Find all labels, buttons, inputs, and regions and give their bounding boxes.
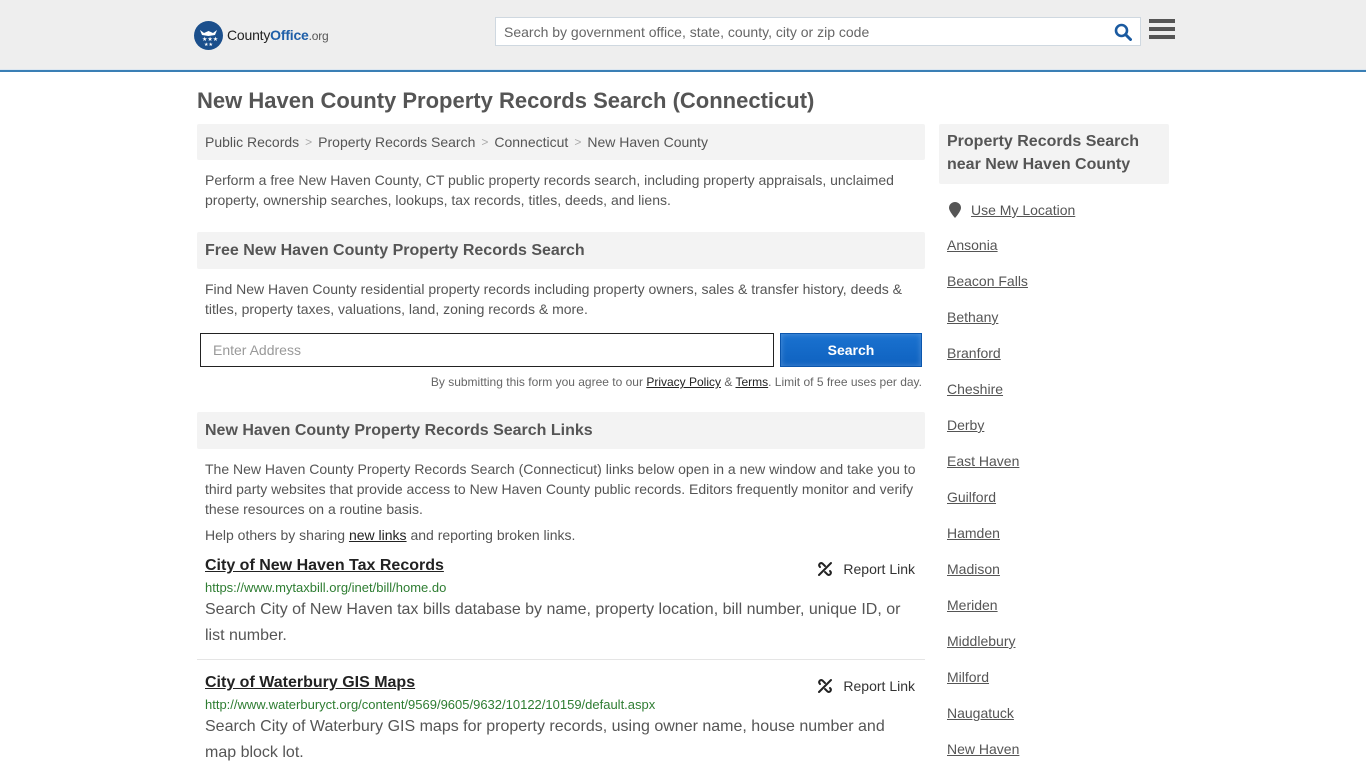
result-url: http://www.waterburyct.org/content/9569/… [205,697,656,712]
header-bar: ★★★ ★★ CountyOffice.org [0,0,1366,70]
nearby-place-item: East Haven [947,443,1169,479]
nearby-place-item: Cheshire [947,371,1169,407]
nearby-place-link[interactable]: New Haven [947,741,1019,757]
breadcrumb-connecticut[interactable]: Connecticut [494,134,568,150]
nearby-place-link[interactable]: Guilford [947,489,996,505]
nearby-place-item: Madison [947,551,1169,587]
nearby-places: Ansonia Beacon Falls Bethany Branford Ch… [939,227,1169,767]
nearby-place-link[interactable]: Meriden [947,597,998,613]
nearby-place-item: Hamden [947,515,1169,551]
nearby-place-item: Middlebury [947,623,1169,659]
report-link-label: Report Link [843,561,915,577]
result-url: https://www.mytaxbill.org/inet/bill/home… [205,580,447,595]
use-my-location: Use My Location [939,202,1169,218]
nearby-place-item: Guilford [947,479,1169,515]
nearby-place-link[interactable]: Bethany [947,309,998,325]
site-logo[interactable]: ★★★ ★★ CountyOffice.org [194,20,329,50]
nearby-place-item: Bethany [947,299,1169,335]
disclaimer-amp: & [721,375,736,389]
report-link-label: Report Link [843,678,915,694]
nearby-place-item: Branford [947,335,1169,371]
nearby-place-item: Beacon Falls [947,263,1169,299]
report-link-button[interactable]: Report Link [817,561,915,577]
site-header: ★★★ ★★ CountyOffice.org [0,0,1366,72]
nearby-place-item: Meriden [947,587,1169,623]
result-item: City of New Haven Tax Records Report Lin… [197,543,925,660]
nearby-place-item: Naugatuck [947,695,1169,731]
site-search-box [495,17,1141,46]
result-description: Search City of New Haven tax bills datab… [205,601,901,644]
nearby-place-item: Ansonia [947,227,1169,263]
disclaimer-prefix: By submitting this form you agree to our [430,375,647,389]
report-link-button[interactable]: Report Link [817,678,915,694]
nearby-place-link[interactable]: East Haven [947,453,1019,469]
broken-link-icon [818,562,833,576]
share-suffix: and reporting broken links. [406,527,576,543]
breadcrumb-property-records-search[interactable]: Property Records Search [318,134,475,150]
breadcrumb-separator: > [305,135,313,149]
free-search-text: Find New Haven County residential proper… [205,281,902,317]
logo-text-office: Office [270,27,309,43]
address-search-form: Search [197,333,925,367]
map-pin-icon [949,202,961,218]
logo-text: CountyOffice.org [227,27,329,43]
breadcrumb-separator: > [481,135,489,149]
menu-bar [1149,27,1175,31]
share-prefix: Help others by sharing [205,527,349,543]
breadcrumb-public-records[interactable]: Public Records [205,134,299,150]
breadcrumb: Public Records > Property Records Search… [197,124,925,160]
result-description: Search City of Waterbury GIS maps for pr… [205,718,885,761]
breadcrumb-new-haven-county[interactable]: New Haven County [587,134,708,150]
terms-link[interactable]: Terms [735,375,768,389]
links-section-heading: New Haven County Property Records Search… [197,412,925,449]
logo-text-county: County [227,27,271,43]
menu-bar [1149,35,1175,39]
nearby-place-link[interactable]: Naugatuck [947,705,1014,721]
sidebar: Property Records Search near New Haven C… [939,124,1169,767]
nearby-places-list: Ansonia Beacon Falls Bethany Branford Ch… [939,227,1169,767]
form-disclaimer: By submitting this form you agree to our… [197,367,925,389]
nearby-place-item: New Haven [947,731,1169,767]
new-links-link[interactable]: new links [349,527,407,543]
search-icon [1114,23,1132,41]
site-search-input[interactable] [496,18,1106,45]
menu-bar [1149,19,1175,23]
sidebar-heading: Property Records Search near New Haven C… [939,124,1169,184]
nearby-place-item: Derby [947,407,1169,443]
links-section-text: The New Haven County Property Records Se… [205,461,916,517]
site-search-button[interactable] [1106,18,1140,45]
result-item: City of Waterbury GIS Maps Report Link h… [197,660,925,776]
nearby-place-link[interactable]: Cheshire [947,381,1003,397]
intro-text: Perform a free New Haven County, CT publ… [205,172,894,208]
nearby-place-link[interactable]: Branford [947,345,1001,361]
hamburger-menu-icon[interactable] [1149,19,1175,43]
privacy-policy-link[interactable]: Privacy Policy [646,375,721,389]
use-my-location-link[interactable]: Use My Location [971,202,1075,218]
share-links-text: Help others by sharing new links and rep… [197,519,925,543]
nearby-place-link[interactable]: Hamden [947,525,1000,541]
result-title-link[interactable]: City of New Haven Tax Records [205,557,444,574]
eagle-stars-badge-icon: ★★★ ★★ [194,20,223,50]
disclaimer-suffix: . Limit of 5 free uses per day. [768,375,922,389]
result-title-link[interactable]: City of Waterbury GIS Maps [205,674,415,691]
free-search-heading: Free New Haven County Property Records S… [197,232,925,269]
nearby-place-link[interactable]: Madison [947,561,1000,577]
nearby-place-link[interactable]: Beacon Falls [947,273,1028,289]
address-search-button[interactable]: Search [780,333,922,367]
nearby-place-link[interactable]: Milford [947,669,989,685]
svg-text:★★: ★★ [204,42,213,48]
address-input[interactable] [200,333,774,367]
nearby-place-item: Milford [947,659,1169,695]
page-title: New Haven County Property Records Search… [197,88,815,113]
results-list: City of New Haven Tax Records Report Lin… [197,543,925,776]
nearby-place-link[interactable]: Middlebury [947,633,1015,649]
main-content: Public Records > Property Records Search… [197,124,925,776]
logo-text-org: .org [308,29,329,43]
nearby-place-link[interactable]: Ansonia [947,237,998,253]
broken-link-icon [818,679,833,693]
breadcrumb-separator: > [574,135,582,149]
nearby-place-link[interactable]: Derby [947,417,984,433]
